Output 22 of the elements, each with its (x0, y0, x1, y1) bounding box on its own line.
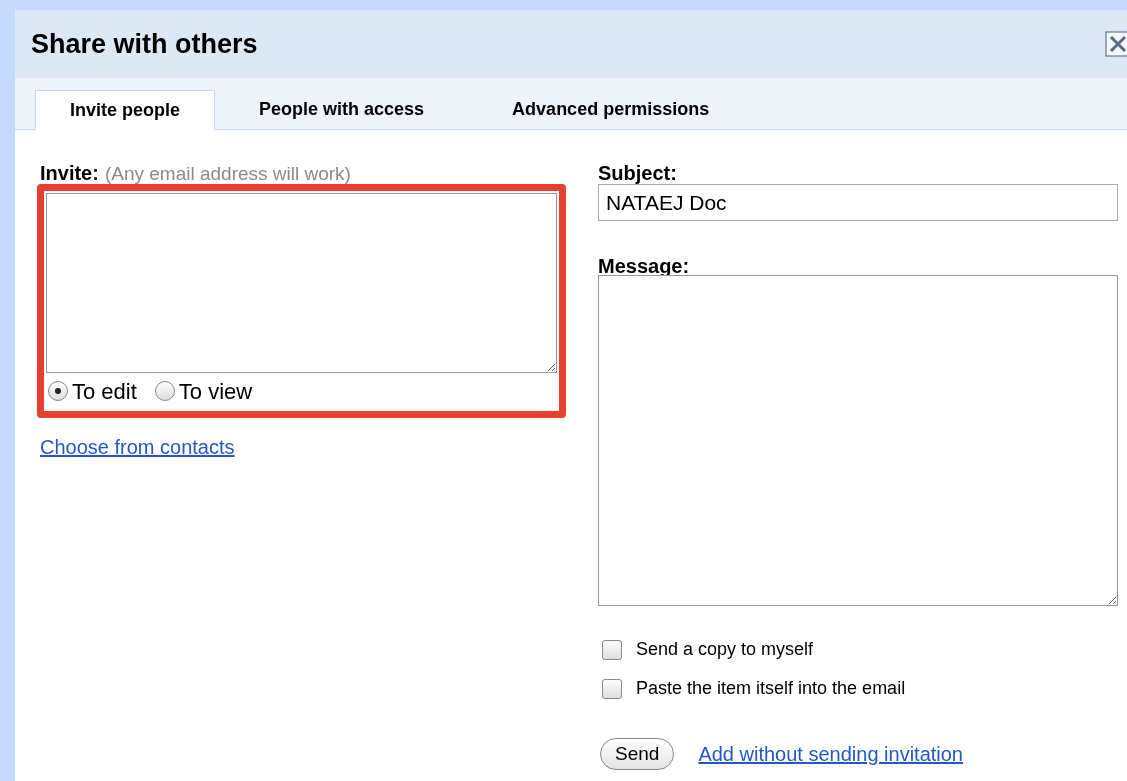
checkbox[interactable] (602, 639, 622, 660)
tab[interactable]: Advanced permissions (468, 89, 754, 129)
subject-field[interactable]: NATAEJ Doc (598, 184, 1118, 221)
invite-field[interactable] (46, 193, 557, 373)
checkbox-label: Paste the item itself into the email (636, 677, 906, 700)
dialog-title: Share with others (31, 27, 258, 61)
tab[interactable]: People with access (215, 89, 469, 129)
radio-button[interactable] (48, 381, 68, 401)
choose-from-contacts-link[interactable]: Choose from contacts (40, 432, 235, 462)
checkbox-label: Send a copy to myself (636, 638, 814, 661)
add-without-sending-link[interactable]: Add without sending invitation (698, 739, 963, 769)
invite-label: Invite: (40, 161, 99, 186)
radio-label: To edit (72, 377, 137, 406)
radio-button[interactable] (154, 381, 175, 401)
message-label: Message: (598, 254, 691, 273)
invite-hint: (Any email address will work) (104, 162, 351, 186)
message-field[interactable] (598, 275, 1118, 606)
checkbox[interactable] (602, 678, 622, 699)
radio-label: To view (178, 377, 253, 406)
send-button[interactable]: Send (600, 738, 675, 770)
close-icon[interactable] (1105, 31, 1127, 57)
tab[interactable]: Invite people (35, 90, 216, 130)
